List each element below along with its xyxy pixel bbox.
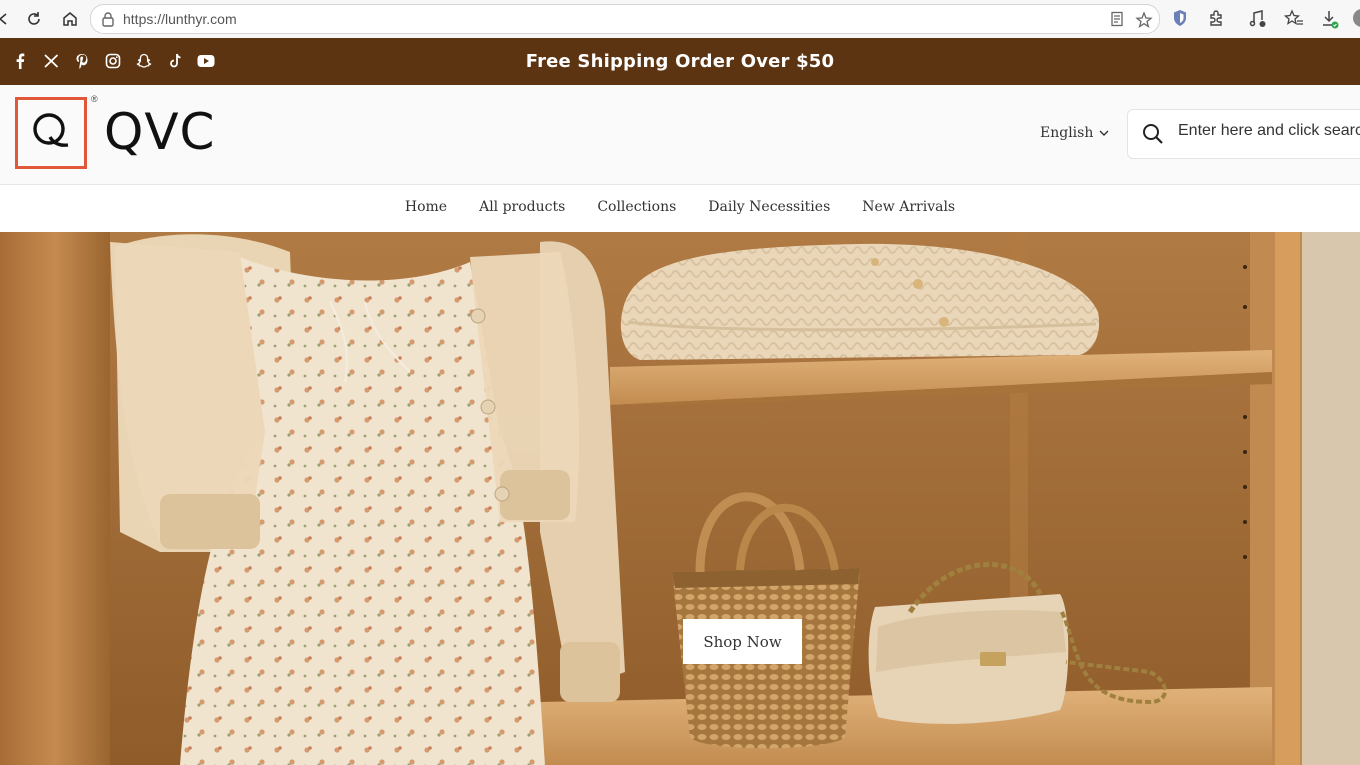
- announcement-bar: Free Shipping Order Over $50: [0, 38, 1360, 85]
- favorite-star-icon[interactable]: [1135, 11, 1153, 29]
- nav-item-daily-necessities[interactable]: Daily Necessities: [692, 185, 846, 231]
- site-header: ® QVC English: [0, 85, 1360, 185]
- lock-icon[interactable]: [101, 11, 115, 32]
- shield-extension-icon[interactable]: [1172, 9, 1192, 29]
- home-icon[interactable]: [60, 9, 80, 29]
- url-text: https://lunthyr.com: [123, 11, 237, 27]
- downloads-icon[interactable]: [1320, 9, 1340, 29]
- announcement-text: Free Shipping Order Over $50: [525, 51, 835, 72]
- logo-mark[interactable]: [15, 97, 87, 169]
- hero-image: [0, 232, 1360, 765]
- shop-now-button[interactable]: Shop Now: [683, 619, 802, 664]
- media-control-icon[interactable]: [1248, 9, 1268, 29]
- profile-avatar-icon[interactable]: [1352, 8, 1360, 28]
- extensions-icon[interactable]: [1207, 9, 1227, 29]
- chevron-down-icon: [1099, 125, 1109, 141]
- search-bar[interactable]: [1127, 109, 1360, 159]
- reader-mode-icon[interactable]: [1109, 11, 1127, 29]
- logo-registered-mark: ®: [91, 94, 98, 104]
- nav-item-collections[interactable]: Collections: [581, 185, 692, 231]
- browser-toolbar: https://lunthyr.com: [0, 0, 1360, 39]
- search-icon[interactable]: [1142, 123, 1164, 150]
- site-logo-text[interactable]: QVC: [104, 103, 215, 161]
- hero-banner: Shop Now: [0, 232, 1360, 765]
- nav-item-all-products[interactable]: All products: [463, 185, 581, 231]
- main-nav: Home All products Collections Daily Nece…: [0, 185, 1360, 231]
- nav-item-new-arrivals[interactable]: New Arrivals: [846, 185, 971, 231]
- back-icon[interactable]: [0, 9, 14, 29]
- language-selector[interactable]: English: [1040, 125, 1109, 141]
- reload-icon[interactable]: [24, 9, 44, 29]
- address-bar[interactable]: https://lunthyr.com: [90, 4, 1160, 34]
- favorites-icon[interactable]: [1283, 9, 1304, 29]
- search-input[interactable]: [1178, 122, 1360, 140]
- language-label: English: [1040, 125, 1094, 141]
- nav-item-home[interactable]: Home: [389, 185, 463, 231]
